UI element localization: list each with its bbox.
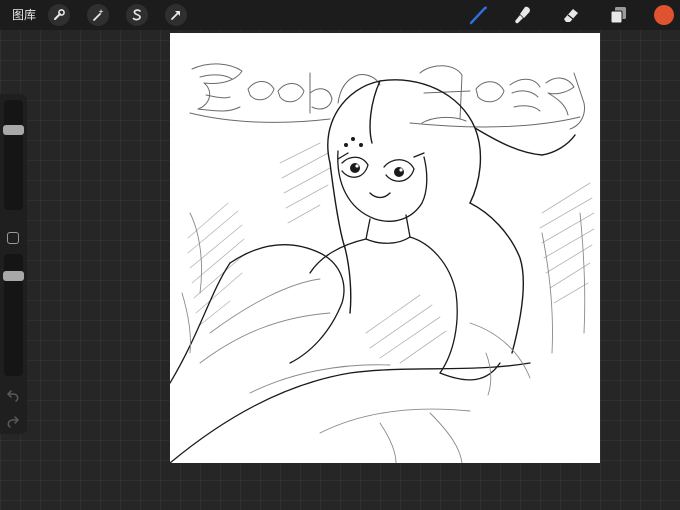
transform-button[interactable] — [165, 4, 187, 26]
drawing-canvas[interactable] — [170, 33, 600, 463]
magic-wand-icon — [93, 9, 104, 21]
eraser-icon — [564, 9, 578, 22]
layers-icon — [610, 7, 626, 24]
actions-button[interactable] — [48, 4, 70, 26]
smudge-icon — [515, 6, 530, 24]
brush-size-slider-thumb[interactable] — [3, 125, 24, 135]
sketch-artwork — [170, 63, 595, 463]
modify-button[interactable] — [7, 232, 19, 244]
undo-icon — [6, 390, 19, 402]
brush-size-slider[interactable] — [3, 100, 24, 210]
wrench-icon — [54, 9, 65, 20]
opacity-slider[interactable] — [3, 254, 24, 376]
left-sidebar — [0, 94, 27, 434]
undo-button[interactable] — [5, 388, 21, 402]
eraser-tool-button[interactable] — [559, 3, 583, 27]
selection-button[interactable] — [126, 4, 148, 26]
redo-icon — [7, 416, 20, 428]
brush-icon — [469, 6, 487, 25]
selection-s-icon — [132, 9, 141, 21]
smudge-tool-button[interactable] — [511, 3, 535, 27]
arrow-cursor-icon — [171, 11, 180, 20]
opacity-slider-thumb[interactable] — [3, 270, 24, 281]
paint-tool-button[interactable] — [467, 3, 491, 27]
gallery-button[interactable]: 图库 — [12, 7, 36, 23]
top-toolbar: 图库 — [0, 0, 680, 30]
adjustments-button[interactable] — [87, 4, 109, 26]
redo-button[interactable] — [5, 414, 21, 428]
layers-button[interactable] — [606, 3, 630, 27]
color-picker-button[interactable] — [654, 5, 674, 25]
